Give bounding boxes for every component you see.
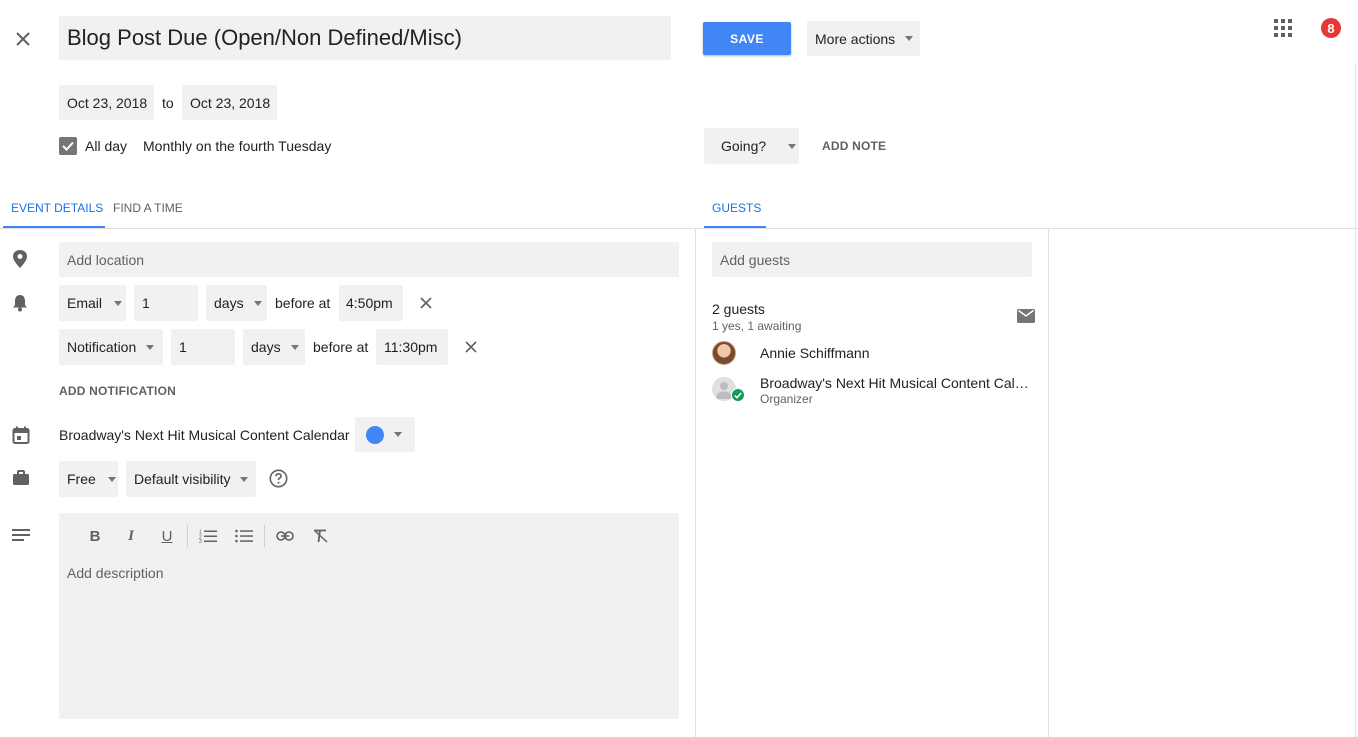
notification-quantity-input[interactable]: 1: [171, 329, 235, 365]
italic-icon[interactable]: I: [113, 528, 149, 545]
notification-badge[interactable]: 8: [1321, 18, 1341, 38]
recurrence-dropdown[interactable]: Monthly on the fourth Tuesday: [143, 138, 331, 154]
notification-method-value: Email: [67, 295, 103, 311]
close-icon[interactable]: [10, 26, 36, 52]
start-date-value: Oct 23, 2018: [67, 94, 148, 111]
calendar-color-dropdown[interactable]: [355, 417, 415, 452]
chevron-down-icon: [240, 476, 249, 482]
notification-method-dropdown[interactable]: Notification: [59, 329, 163, 365]
calendar-icon: [12, 426, 30, 444]
accepted-check-icon: [731, 388, 745, 402]
location-input[interactable]: Add location: [59, 242, 679, 277]
notification-unit-value: days: [251, 339, 281, 355]
before-at-label: before at: [275, 295, 331, 311]
add-guests-placeholder: Add guests: [720, 251, 791, 268]
save-button[interactable]: SAVE: [703, 22, 791, 55]
chevron-down-icon: [788, 143, 797, 149]
bell-icon: [12, 294, 28, 312]
bold-icon[interactable]: B: [77, 528, 113, 545]
notification-method-value: Notification: [67, 339, 137, 355]
chevron-down-icon: [253, 300, 262, 306]
add-note-button[interactable]: ADD NOTE: [822, 139, 886, 153]
event-title-text: Blog Post Due (Open/Non Defined/Misc): [67, 25, 462, 50]
svg-text:3: 3: [199, 539, 202, 543]
guest-name[interactable]: Broadway's Next Hit Musical Content Cale…: [760, 375, 1035, 391]
guest-count: 2 guests: [712, 301, 765, 317]
chevron-down-icon: [290, 344, 299, 350]
visibility-dropdown[interactable]: Default visibility: [126, 461, 256, 497]
notification-time-value: 4:50pm: [346, 295, 393, 311]
rsvp-dropdown[interactable]: Going?: [704, 128, 799, 164]
add-notification-button[interactable]: ADD NOTIFICATION: [59, 384, 176, 398]
guest-name[interactable]: Annie Schiffmann: [760, 345, 869, 361]
notification-quantity-input[interactable]: 1: [134, 285, 198, 321]
bulleted-list-icon[interactable]: [226, 529, 262, 543]
visibility-value: Default visibility: [134, 471, 231, 487]
event-title-input[interactable]: Blog Post Due (Open/Non Defined/Misc): [59, 16, 671, 60]
notification-unit-dropdown[interactable]: days: [243, 329, 305, 365]
tab-event-details[interactable]: EVENT DETAILS: [11, 201, 103, 215]
link-icon[interactable]: [267, 531, 303, 541]
calendar-selector[interactable]: Broadway's Next Hit Musical Content Cale…: [59, 427, 350, 443]
availability-dropdown[interactable]: Free: [59, 461, 118, 497]
start-date-field[interactable]: Oct 23, 2018: [59, 85, 154, 120]
column-divider: [695, 229, 696, 737]
end-date-field[interactable]: Oct 23, 2018: [182, 85, 277, 120]
chevron-down-icon: [114, 300, 123, 306]
availability-value: Free: [67, 471, 96, 487]
toolbar-divider: [187, 525, 188, 547]
chevron-down-icon: [394, 432, 402, 437]
notification-time-input[interactable]: 4:50pm: [339, 285, 403, 321]
notification-time-value: 11:30pm: [384, 339, 438, 355]
all-day-label: All day: [85, 138, 128, 154]
description-editor[interactable]: B I U 123 Add description: [59, 513, 679, 719]
end-date-value: Oct 23, 2018: [190, 94, 271, 111]
notification-unit-value: days: [214, 295, 244, 311]
remove-notification-icon[interactable]: [463, 339, 479, 355]
guest-role: Organizer: [760, 392, 813, 406]
notification-quantity-value: 1: [179, 339, 187, 355]
add-guests-input[interactable]: Add guests: [712, 242, 1032, 277]
briefcase-icon: [12, 470, 30, 486]
more-actions-label: More actions: [815, 30, 896, 47]
scrollbar-track[interactable]: [1355, 64, 1356, 737]
toolbar-divider: [264, 525, 265, 547]
numbered-list-icon[interactable]: 123: [190, 529, 226, 543]
column-divider: [1048, 229, 1049, 737]
formatting-toolbar: B I U 123: [77, 525, 339, 547]
rsvp-label: Going?: [721, 138, 767, 154]
notification-quantity-value: 1: [142, 295, 150, 311]
chevron-down-icon: [107, 476, 116, 482]
chevron-down-icon: [905, 36, 914, 41]
description-lines-icon: [12, 528, 30, 542]
guest-avatar: [712, 341, 736, 365]
location-placeholder: Add location: [67, 251, 145, 268]
help-icon[interactable]: [269, 469, 288, 488]
tab-find-a-time[interactable]: FIND A TIME: [113, 201, 183, 215]
more-actions-dropdown[interactable]: More actions: [807, 21, 920, 56]
guest-response-summary: 1 yes, 1 awaiting: [712, 319, 802, 333]
tab-guests[interactable]: GUESTS: [712, 201, 761, 215]
location-pin-icon: [12, 250, 28, 268]
clear-formatting-icon[interactable]: [303, 529, 339, 543]
notification-method-dropdown[interactable]: Email: [59, 285, 126, 321]
calendar-color-swatch: [366, 425, 384, 444]
date-range-separator: to: [162, 95, 174, 111]
all-day-checkbox[interactable]: [59, 137, 77, 155]
notification-unit-dropdown[interactable]: days: [206, 285, 267, 321]
description-placeholder: Add description: [67, 565, 164, 581]
email-guests-icon[interactable]: [1017, 309, 1035, 323]
before-at-label: before at: [313, 339, 369, 355]
apps-grid-icon[interactable]: [1274, 19, 1292, 37]
tab-divider: [0, 228, 1358, 229]
notification-time-input[interactable]: 11:30pm: [376, 329, 448, 365]
chevron-down-icon: [146, 344, 155, 350]
remove-notification-icon[interactable]: [418, 295, 434, 311]
underline-icon[interactable]: U: [149, 528, 185, 545]
